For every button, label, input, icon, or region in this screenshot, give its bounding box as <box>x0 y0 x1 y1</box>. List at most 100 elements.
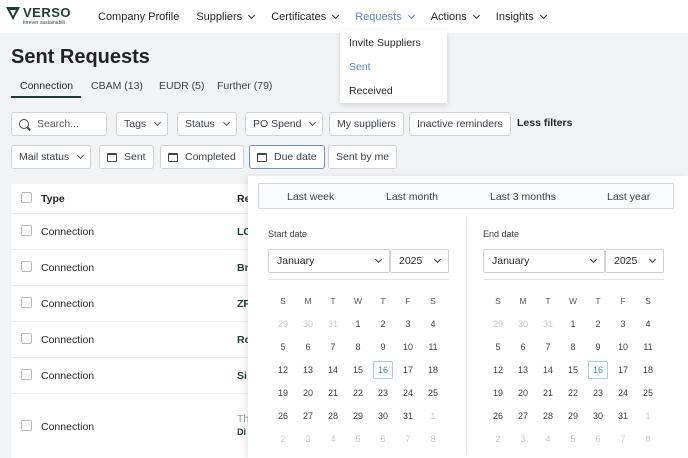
end-calendar-day[interactable]: 17 <box>613 361 633 379</box>
end-calendar-day[interactable]: 6 <box>513 338 533 356</box>
end-calendar-day[interactable]: 1 <box>563 315 583 333</box>
select-all-checkbox[interactable] <box>21 192 32 203</box>
row-checkbox[interactable] <box>21 297 32 308</box>
end-calendar-day[interactable]: 16 <box>588 361 608 379</box>
start-calendar-day[interactable]: 22 <box>348 384 368 402</box>
row-checkbox[interactable] <box>21 333 32 344</box>
start-calendar-day[interactable]: 5 <box>273 338 293 356</box>
end-calendar-day[interactable]: 13 <box>513 361 533 379</box>
row-recipient[interactable]: Br <box>237 262 249 274</box>
my-suppliers-filter[interactable]: My suppliers <box>329 112 404 136</box>
end-calendar-day[interactable]: 2 <box>588 315 608 333</box>
start-calendar-day[interactable]: 20 <box>298 384 318 402</box>
start-calendar-day[interactable]: 1 <box>348 315 368 333</box>
nav-actions[interactable]: Actions <box>431 11 480 23</box>
start-calendar-day[interactable]: 21 <box>323 384 343 402</box>
end-calendar-day[interactable]: 14 <box>538 361 558 379</box>
nav-company-profile[interactable]: Company Profile <box>98 11 179 23</box>
end-month-select[interactable]: January <box>483 249 605 273</box>
mail-status-filter[interactable]: Mail status <box>11 145 92 169</box>
tab-further[interactable]: Further (79) <box>217 80 272 92</box>
end-calendar-day[interactable]: 24 <box>613 384 633 402</box>
start-calendar-day[interactable]: 9 <box>373 338 393 356</box>
due-date-filter[interactable]: Due date <box>249 145 325 169</box>
verso-logo[interactable]: VERSO forever sustainabili <box>6 6 71 26</box>
start-year-select[interactable]: 2025 <box>390 249 449 273</box>
end-calendar-day[interactable]: 22 <box>563 384 583 402</box>
end-calendar-day[interactable]: 12 <box>488 361 508 379</box>
end-calendar-day[interactable]: 3 <box>613 315 633 333</box>
start-calendar-day[interactable]: 19 <box>273 384 293 402</box>
end-calendar-day[interactable]: 8 <box>563 338 583 356</box>
end-calendar-day[interactable]: 21 <box>538 384 558 402</box>
menu-item-received[interactable]: Received <box>349 85 393 97</box>
start-month-select[interactable]: January <box>268 249 390 273</box>
table-row[interactable]: Connection Ro <box>11 321 251 357</box>
start-calendar-day[interactable]: 29 <box>348 407 368 425</box>
row-checkbox[interactable] <box>21 225 32 236</box>
tab-connection[interactable]: Connection <box>20 80 73 92</box>
start-calendar-day[interactable]: 26 <box>273 407 293 425</box>
start-calendar-day[interactable]: 10 <box>398 338 418 356</box>
nav-requests[interactable]: Requests <box>355 11 415 23</box>
end-calendar-day[interactable]: 23 <box>588 384 608 402</box>
sent-date-filter[interactable]: Sent <box>99 145 154 169</box>
tab-eudr[interactable]: EUDR (5) <box>159 80 205 92</box>
tab-cbam[interactable]: CBAM (13) <box>91 80 143 92</box>
end-calendar-day[interactable]: 29 <box>563 407 583 425</box>
start-calendar-day[interactable]: 7 <box>323 338 343 356</box>
start-calendar-day[interactable]: 27 <box>298 407 318 425</box>
start-calendar-day[interactable]: 25 <box>423 384 443 402</box>
search-input[interactable]: Search... <box>11 112 107 136</box>
start-calendar-day[interactable]: 13 <box>298 361 318 379</box>
start-calendar-day[interactable]: 16 <box>373 361 393 379</box>
end-calendar-day[interactable]: 7 <box>538 338 558 356</box>
menu-item-invite-suppliers[interactable]: Invite Suppliers <box>349 37 421 49</box>
end-calendar-day[interactable]: 26 <box>488 407 508 425</box>
less-filters-button[interactable]: Less filters <box>517 117 572 129</box>
start-calendar-day[interactable]: 23 <box>373 384 393 402</box>
preset-last-3-months[interactable]: Last 3 months <box>490 191 556 203</box>
end-calendar-day[interactable]: 30 <box>588 407 608 425</box>
completed-date-filter[interactable]: Completed <box>160 145 244 169</box>
start-calendar-day[interactable]: 2 <box>373 315 393 333</box>
preset-last-year[interactable]: Last year <box>607 191 650 203</box>
tags-filter[interactable]: Tags <box>116 112 169 136</box>
end-calendar-day[interactable]: 25 <box>638 384 658 402</box>
end-calendar-day[interactable]: 4 <box>638 315 658 333</box>
start-calendar-day[interactable]: 18 <box>423 361 443 379</box>
inactive-reminders-filter[interactable]: Inactive reminders <box>409 112 511 136</box>
start-calendar-day[interactable]: 15 <box>348 361 368 379</box>
start-calendar-day[interactable]: 8 <box>348 338 368 356</box>
table-row[interactable]: Connection LG <box>11 213 252 249</box>
start-calendar-day[interactable]: 17 <box>398 361 418 379</box>
end-calendar-day[interactable]: 15 <box>563 361 583 379</box>
table-row[interactable]: Connection Si <box>11 357 251 393</box>
start-calendar-day[interactable]: 14 <box>323 361 343 379</box>
end-calendar-day[interactable]: 28 <box>538 407 558 425</box>
po-spend-filter[interactable]: PO Spend <box>245 112 324 136</box>
end-calendar-day[interactable]: 19 <box>488 384 508 402</box>
start-calendar-day[interactable]: 12 <box>273 361 293 379</box>
end-calendar-day[interactable]: 9 <box>588 338 608 356</box>
menu-item-sent[interactable]: Sent <box>349 61 371 73</box>
end-calendar-day[interactable]: 18 <box>638 361 658 379</box>
start-calendar-day[interactable]: 11 <box>423 338 443 356</box>
row-recipient[interactable]: Si <box>237 370 247 382</box>
end-calendar-day[interactable]: 27 <box>513 407 533 425</box>
start-calendar-day[interactable]: 30 <box>373 407 393 425</box>
table-row[interactable]: Connection Br <box>11 249 251 285</box>
end-year-select[interactable]: 2025 <box>605 249 664 273</box>
end-calendar-day[interactable]: 31 <box>613 407 633 425</box>
table-row[interactable]: Connection ZF <box>11 285 251 321</box>
start-calendar-day[interactable]: 28 <box>323 407 343 425</box>
preset-last-week[interactable]: Last week <box>287 191 334 203</box>
start-calendar-day[interactable]: 24 <box>398 384 418 402</box>
nav-certificates[interactable]: Certificates <box>271 11 340 23</box>
end-calendar-day[interactable]: 10 <box>613 338 633 356</box>
status-filter[interactable]: Status <box>177 112 237 136</box>
row-checkbox[interactable] <box>21 261 32 272</box>
end-calendar-day[interactable]: 5 <box>488 338 508 356</box>
end-calendar-day[interactable]: 11 <box>638 338 658 356</box>
nav-suppliers[interactable]: Suppliers <box>196 11 256 23</box>
